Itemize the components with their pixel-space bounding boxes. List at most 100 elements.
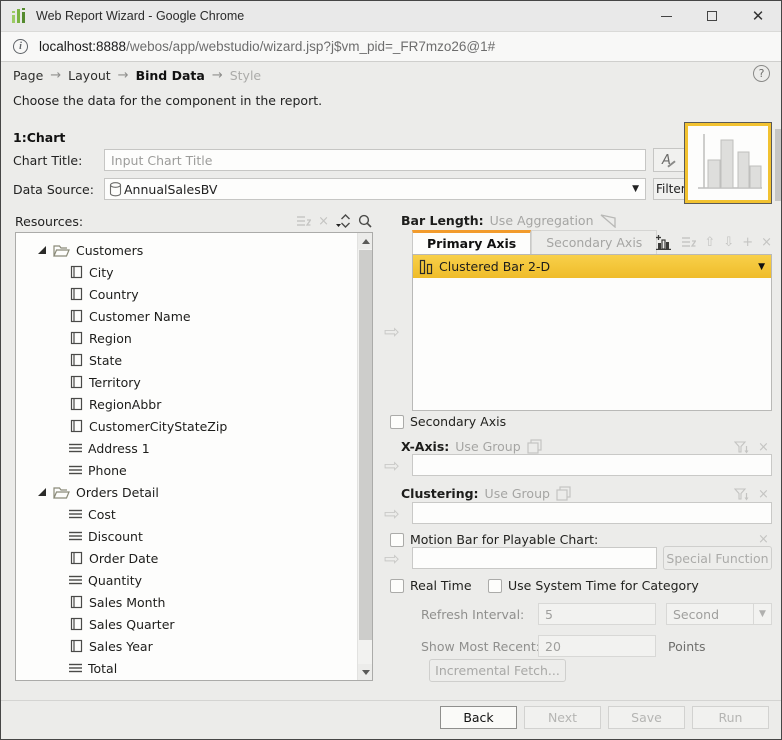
motion-bar-input[interactable] xyxy=(412,547,657,569)
chart-preview-thumbnail[interactable] xyxy=(685,123,771,203)
tree-item[interactable]: Region xyxy=(16,327,356,349)
clustering-input[interactable] xyxy=(412,502,772,524)
add-chart-type-icon[interactable] xyxy=(656,235,673,250)
chevron-down-icon[interactable]: ▼ xyxy=(758,262,765,272)
font-button[interactable]: A xyxy=(653,148,685,172)
axis-tab[interactable]: Secondary Axis xyxy=(531,230,657,254)
tree-item-label: Quantity xyxy=(88,573,142,588)
tree-item-label: Order Date xyxy=(89,551,158,566)
tree-item[interactable]: Address 1 xyxy=(16,437,356,459)
data-source-label: Data Source: xyxy=(13,182,94,197)
chevron-down-icon[interactable]: ▼ xyxy=(632,184,639,194)
scrollbar-thumb[interactable] xyxy=(359,250,372,640)
motion-bar-checkbox[interactable] xyxy=(390,533,404,547)
tree-list: Customers xyxy=(16,239,356,681)
breadcrumb-bind-data[interactable]: Bind Data xyxy=(136,68,205,83)
breadcrumb-style: Style xyxy=(230,68,261,83)
tree-scrollbar[interactable] xyxy=(357,233,372,680)
tree-item[interactable]: Quantity xyxy=(16,569,356,591)
back-button[interactable]: Back xyxy=(440,706,517,729)
axis-tab[interactable]: Primary Axis xyxy=(412,230,531,254)
run-button[interactable]: Run xyxy=(692,706,769,729)
next-button[interactable]: Next xyxy=(524,706,601,729)
expanded-node-icon[interactable] xyxy=(38,488,46,496)
bar-chart-preview-icon xyxy=(688,126,768,200)
remove-icon: × xyxy=(318,215,329,228)
folder-icon xyxy=(53,244,70,257)
refresh-interval-input[interactable] xyxy=(538,603,656,625)
tab-label: Secondary Axis xyxy=(546,235,642,250)
breadcrumb-layout[interactable]: Layout xyxy=(68,68,111,83)
real-time-checkbox[interactable] xyxy=(390,579,404,593)
search-icon[interactable] xyxy=(358,214,372,228)
remove-icon: × xyxy=(758,441,769,454)
folder-icon xyxy=(53,486,70,499)
maximize-button[interactable] xyxy=(689,1,735,31)
tree-item[interactable]: Phone xyxy=(16,459,356,481)
tree-item[interactable]: State xyxy=(16,349,356,371)
data-source-select[interactable]: AnnualSalesBV ▼ xyxy=(104,178,646,200)
save-button[interactable]: Save xyxy=(608,706,685,729)
tree-item[interactable]: Sales Month xyxy=(16,591,356,613)
scroll-up-button[interactable] xyxy=(358,233,373,249)
help-icon[interactable]: ? xyxy=(753,65,770,82)
tree-item[interactable]: Sales Quarter xyxy=(16,613,356,635)
tree-item-label: Region xyxy=(89,331,132,346)
title-bar: Web Report Wizard - Google Chrome ✕ xyxy=(1,1,781,31)
remove-icon: × xyxy=(758,533,769,546)
minimize-button[interactable] xyxy=(643,1,689,31)
use-group-icon[interactable] xyxy=(556,486,571,501)
tree-item[interactable]: City xyxy=(16,261,356,283)
detail-field-icon xyxy=(69,443,82,453)
filter-sort-icon xyxy=(734,441,749,454)
show-most-recent-input[interactable] xyxy=(538,635,656,657)
button-label: Next xyxy=(548,710,577,725)
tree-item[interactable]: Customers xyxy=(16,239,356,261)
sort-list-icon[interactable] xyxy=(296,215,311,227)
tree-item[interactable]: Country xyxy=(16,283,356,305)
expand-collapse-icon[interactable] xyxy=(336,214,351,228)
tree-item[interactable]: Orders Detail xyxy=(16,481,356,503)
tree-item[interactable] xyxy=(16,679,356,681)
aggregation-triangle-icon[interactable] xyxy=(600,214,616,228)
special-function-button[interactable]: Special Function xyxy=(663,546,772,570)
refresh-unit-select[interactable]: Second ▼ xyxy=(666,603,772,625)
app-favicon-icon xyxy=(11,8,27,24)
address-bar: i localhost:8888/webos/app/webstudio/wiz… xyxy=(1,31,781,62)
real-time-row: Real Time xyxy=(390,578,472,593)
close-button[interactable]: ✕ xyxy=(735,1,781,31)
tree-item[interactable]: Order Date xyxy=(16,547,356,569)
chart-type-selected-row[interactable]: Clustered Bar 2-D ▼ xyxy=(413,255,771,278)
resources-tree: Customers xyxy=(15,232,373,681)
use-system-time-checkbox[interactable] xyxy=(488,579,502,593)
sort-list-icon xyxy=(681,236,696,248)
expanded-node-icon[interactable] xyxy=(38,246,46,254)
url-text[interactable]: localhost:8888/webos/app/webstudio/wizar… xyxy=(39,39,495,54)
move-up-icon: ⇧ xyxy=(704,236,715,249)
maximize-icon xyxy=(707,11,717,21)
tree-item[interactable]: Territory xyxy=(16,371,356,393)
incremental-fetch-button[interactable]: Incremental Fetch... xyxy=(429,659,566,682)
scroll-down-button[interactable] xyxy=(358,664,373,680)
real-time-label: Real Time xyxy=(410,578,472,593)
tree-item-label: Sales Quarter xyxy=(89,617,175,632)
resources-toolbar: × xyxy=(286,212,372,230)
breadcrumb-page[interactable]: Page xyxy=(13,68,43,83)
x-axis-input[interactable] xyxy=(412,454,772,476)
dimension-field-icon xyxy=(69,639,83,653)
tree-item[interactable]: RegionAbbr xyxy=(16,393,356,415)
use-group-icon[interactable] xyxy=(527,439,542,454)
chart-title-input[interactable] xyxy=(104,149,646,171)
tree-item[interactable]: CustomerCityStateZip xyxy=(16,415,356,437)
tree-item[interactable]: Discount xyxy=(16,525,356,547)
tree-item[interactable]: Customer Name xyxy=(16,305,356,327)
clustering-use-group-label: Use Group xyxy=(485,486,550,501)
tree-item[interactable]: Sales Year xyxy=(16,635,356,657)
axis-toolbar: ⇧ ⇩ + × xyxy=(646,234,772,250)
tree-item-label: Country xyxy=(89,287,139,302)
info-circle-icon[interactable]: i xyxy=(13,39,28,54)
thumbnail-scrollbar[interactable] xyxy=(775,129,781,201)
tree-item[interactable]: Cost xyxy=(16,503,356,525)
secondary-axis-checkbox[interactable] xyxy=(390,415,404,429)
tree-item[interactable]: Total xyxy=(16,657,356,679)
